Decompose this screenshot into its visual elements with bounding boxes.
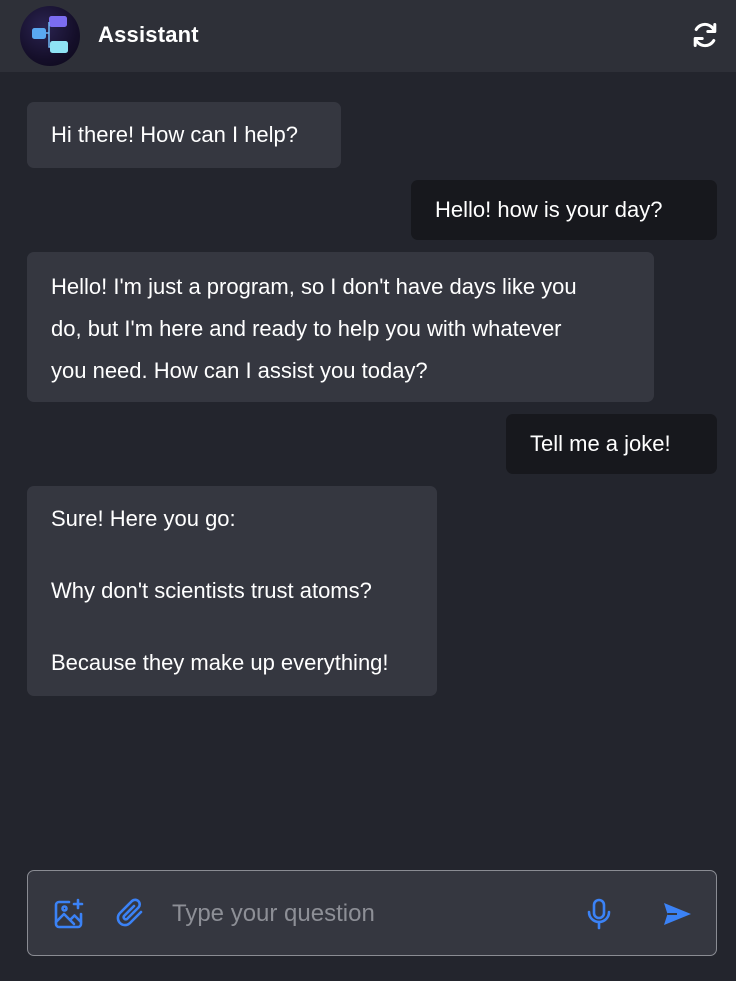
user-message: Hello! how is your day? [411,180,717,240]
add-image-icon[interactable] [52,897,86,931]
refresh-icon[interactable] [690,20,720,50]
assistant-message: Sure! Here you go: Why don't scientists … [27,486,437,696]
assistant-message: Hello! I'm just a program, so I don't ha… [27,252,654,402]
microphone-icon[interactable] [582,897,616,931]
app-logo-icon [20,6,80,66]
user-message: Tell me a joke! [506,414,717,474]
assistant-message: Hi there! How can I help? [27,102,341,168]
question-input[interactable] [172,893,552,935]
page-title: Assistant [98,22,199,47]
chat-window: Assistant Hi there! How can I help? Hell… [0,0,736,981]
chat-header: Assistant [0,0,736,72]
message-composer [27,870,717,956]
send-icon[interactable] [660,897,694,931]
attach-icon[interactable] [114,897,148,931]
